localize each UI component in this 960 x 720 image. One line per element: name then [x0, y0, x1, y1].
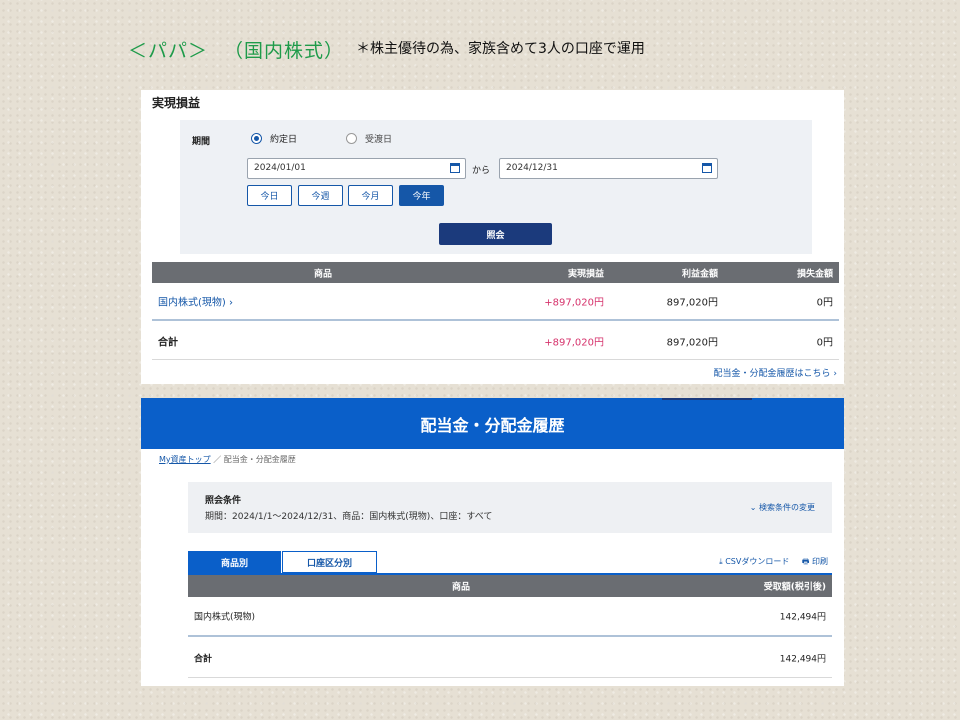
col-product: 商品 [314, 269, 333, 279]
col-realized: 実現損益 [567, 269, 604, 279]
col-received-amount: 受取額(税引後) [763, 582, 826, 593]
profit-value: 897,020円 [666, 297, 718, 309]
radio-settle-date[interactable]: 受渡日 [346, 132, 392, 145]
date-to-value: 2024/12/31 [506, 163, 558, 173]
product-link[interactable]: 国内株式(現物) › [158, 294, 233, 309]
radio-trade-date[interactable]: 約定日 [251, 132, 297, 145]
print-link[interactable]: 🖶 印刷 [802, 557, 828, 566]
slide-title: ＜パパ＞ （国内株式） [128, 36, 344, 63]
query-conditions-box: 照会条件 期間：2024/1/1〜2024/12/31、商品：国内株式(現物)、… [188, 482, 832, 533]
dividend-banner-title: 配当金・分配金履歴 [420, 415, 565, 435]
breadcrumb-separator: ／ [213, 455, 222, 464]
breadcrumb-home-link[interactable]: My資産トップ [159, 455, 211, 464]
col-product: 商品 [452, 582, 471, 593]
realized-table-header: 商品 実現損益 利益金額 損失金額 [152, 262, 839, 283]
date-from-input[interactable]: 2024/01/01 [247, 158, 466, 179]
query-conditions-text: 期間：2024/1/1〜2024/12/31、商品：国内株式(現物)、口座：すべ… [205, 512, 493, 522]
table-row-total: 合計 +897,020円 897,020円 0円 [152, 322, 839, 360]
total-profit-value: 897,020円 [666, 337, 718, 348]
total-realized-value: +897,020円 [544, 337, 604, 348]
csv-download-link[interactable]: ⤓ CSVダウンロード [719, 557, 789, 566]
tab-by-product[interactable]: 商品別 [188, 551, 281, 573]
breadcrumb-current: 配当金・分配金履歴 [223, 455, 296, 464]
dividend-table-header: 商品 受取額(税引後) [188, 575, 832, 597]
banner-accent-strip [662, 398, 752, 400]
quick-this-week-button[interactable]: 今週 [298, 185, 343, 206]
col-profit: 利益金額 [681, 269, 718, 279]
table-row: 国内株式(現物) 142,494円 [188, 597, 832, 637]
radio-settle-date-label: 受渡日 [365, 135, 393, 145]
slide-note: ＊株主優待の為、家族含めて3人の口座で運用 [356, 41, 645, 57]
quick-this-month-button[interactable]: 今月 [348, 185, 393, 206]
calendar-icon[interactable] [450, 163, 460, 173]
radio-trade-date-label: 約定日 [270, 135, 298, 145]
table-row-total: 合計 142,494円 [188, 638, 832, 678]
query-conditions-title: 照会条件 [205, 496, 242, 506]
realized-value: +897,020円 [544, 297, 604, 309]
calendar-icon[interactable] [702, 163, 712, 173]
loss-value: 0円 [816, 297, 833, 309]
total-label: 合計 [194, 654, 213, 664]
quick-today-button[interactable]: 今日 [247, 185, 292, 206]
received-amount: 142,494円 [779, 612, 826, 623]
slide-title-left: ＜パパ＞ [128, 40, 209, 62]
total-loss-value: 0円 [816, 337, 833, 348]
table-actions: ⤓ CSVダウンロード 🖶 印刷 [709, 556, 828, 570]
dividend-history-panel: 配当金・分配金履歴 My資産トップ ／ 配当金・分配金履歴 照会条件 期間：20… [141, 398, 844, 686]
period-label: 期間 [192, 137, 211, 147]
breadcrumb: My資産トップ ／ 配当金・分配金履歴 [159, 454, 296, 465]
realized-pl-panel: 実現損益 期間 約定日 受渡日 2024/01/01 から 2024/12/31… [141, 90, 844, 384]
radio-unselected-icon [346, 133, 357, 144]
quick-this-year-button[interactable]: 今年 [399, 185, 444, 206]
tab-by-account-type[interactable]: 口座区分別 [282, 551, 377, 573]
filter-box: 期間 約定日 受渡日 2024/01/01 から 2024/12/31 今日 今… [180, 120, 812, 254]
total-label: 合計 [158, 337, 178, 348]
date-range-separator: から [472, 166, 491, 176]
search-button[interactable]: 照会 [439, 223, 552, 245]
product-name: 国内株式(現物) [194, 612, 256, 623]
dividend-history-link[interactable]: 配当金・分配金履歴はこちら › [714, 366, 837, 379]
radio-selected-icon [251, 133, 262, 144]
slide-title-paren: （国内株式） [224, 40, 345, 62]
total-received-amount: 142,494円 [779, 654, 826, 664]
realized-pl-title: 実現損益 [152, 96, 201, 110]
dividend-banner: 配当金・分配金履歴 [141, 398, 844, 449]
change-conditions-link[interactable]: ⌄ 検索条件の変更 [750, 502, 815, 513]
table-row: 国内株式(現物) › +897,020円 897,020円 0円 [152, 283, 839, 321]
date-from-value: 2024/01/01 [254, 163, 306, 173]
col-loss: 損失金額 [796, 269, 833, 279]
date-to-input[interactable]: 2024/12/31 [499, 158, 718, 179]
